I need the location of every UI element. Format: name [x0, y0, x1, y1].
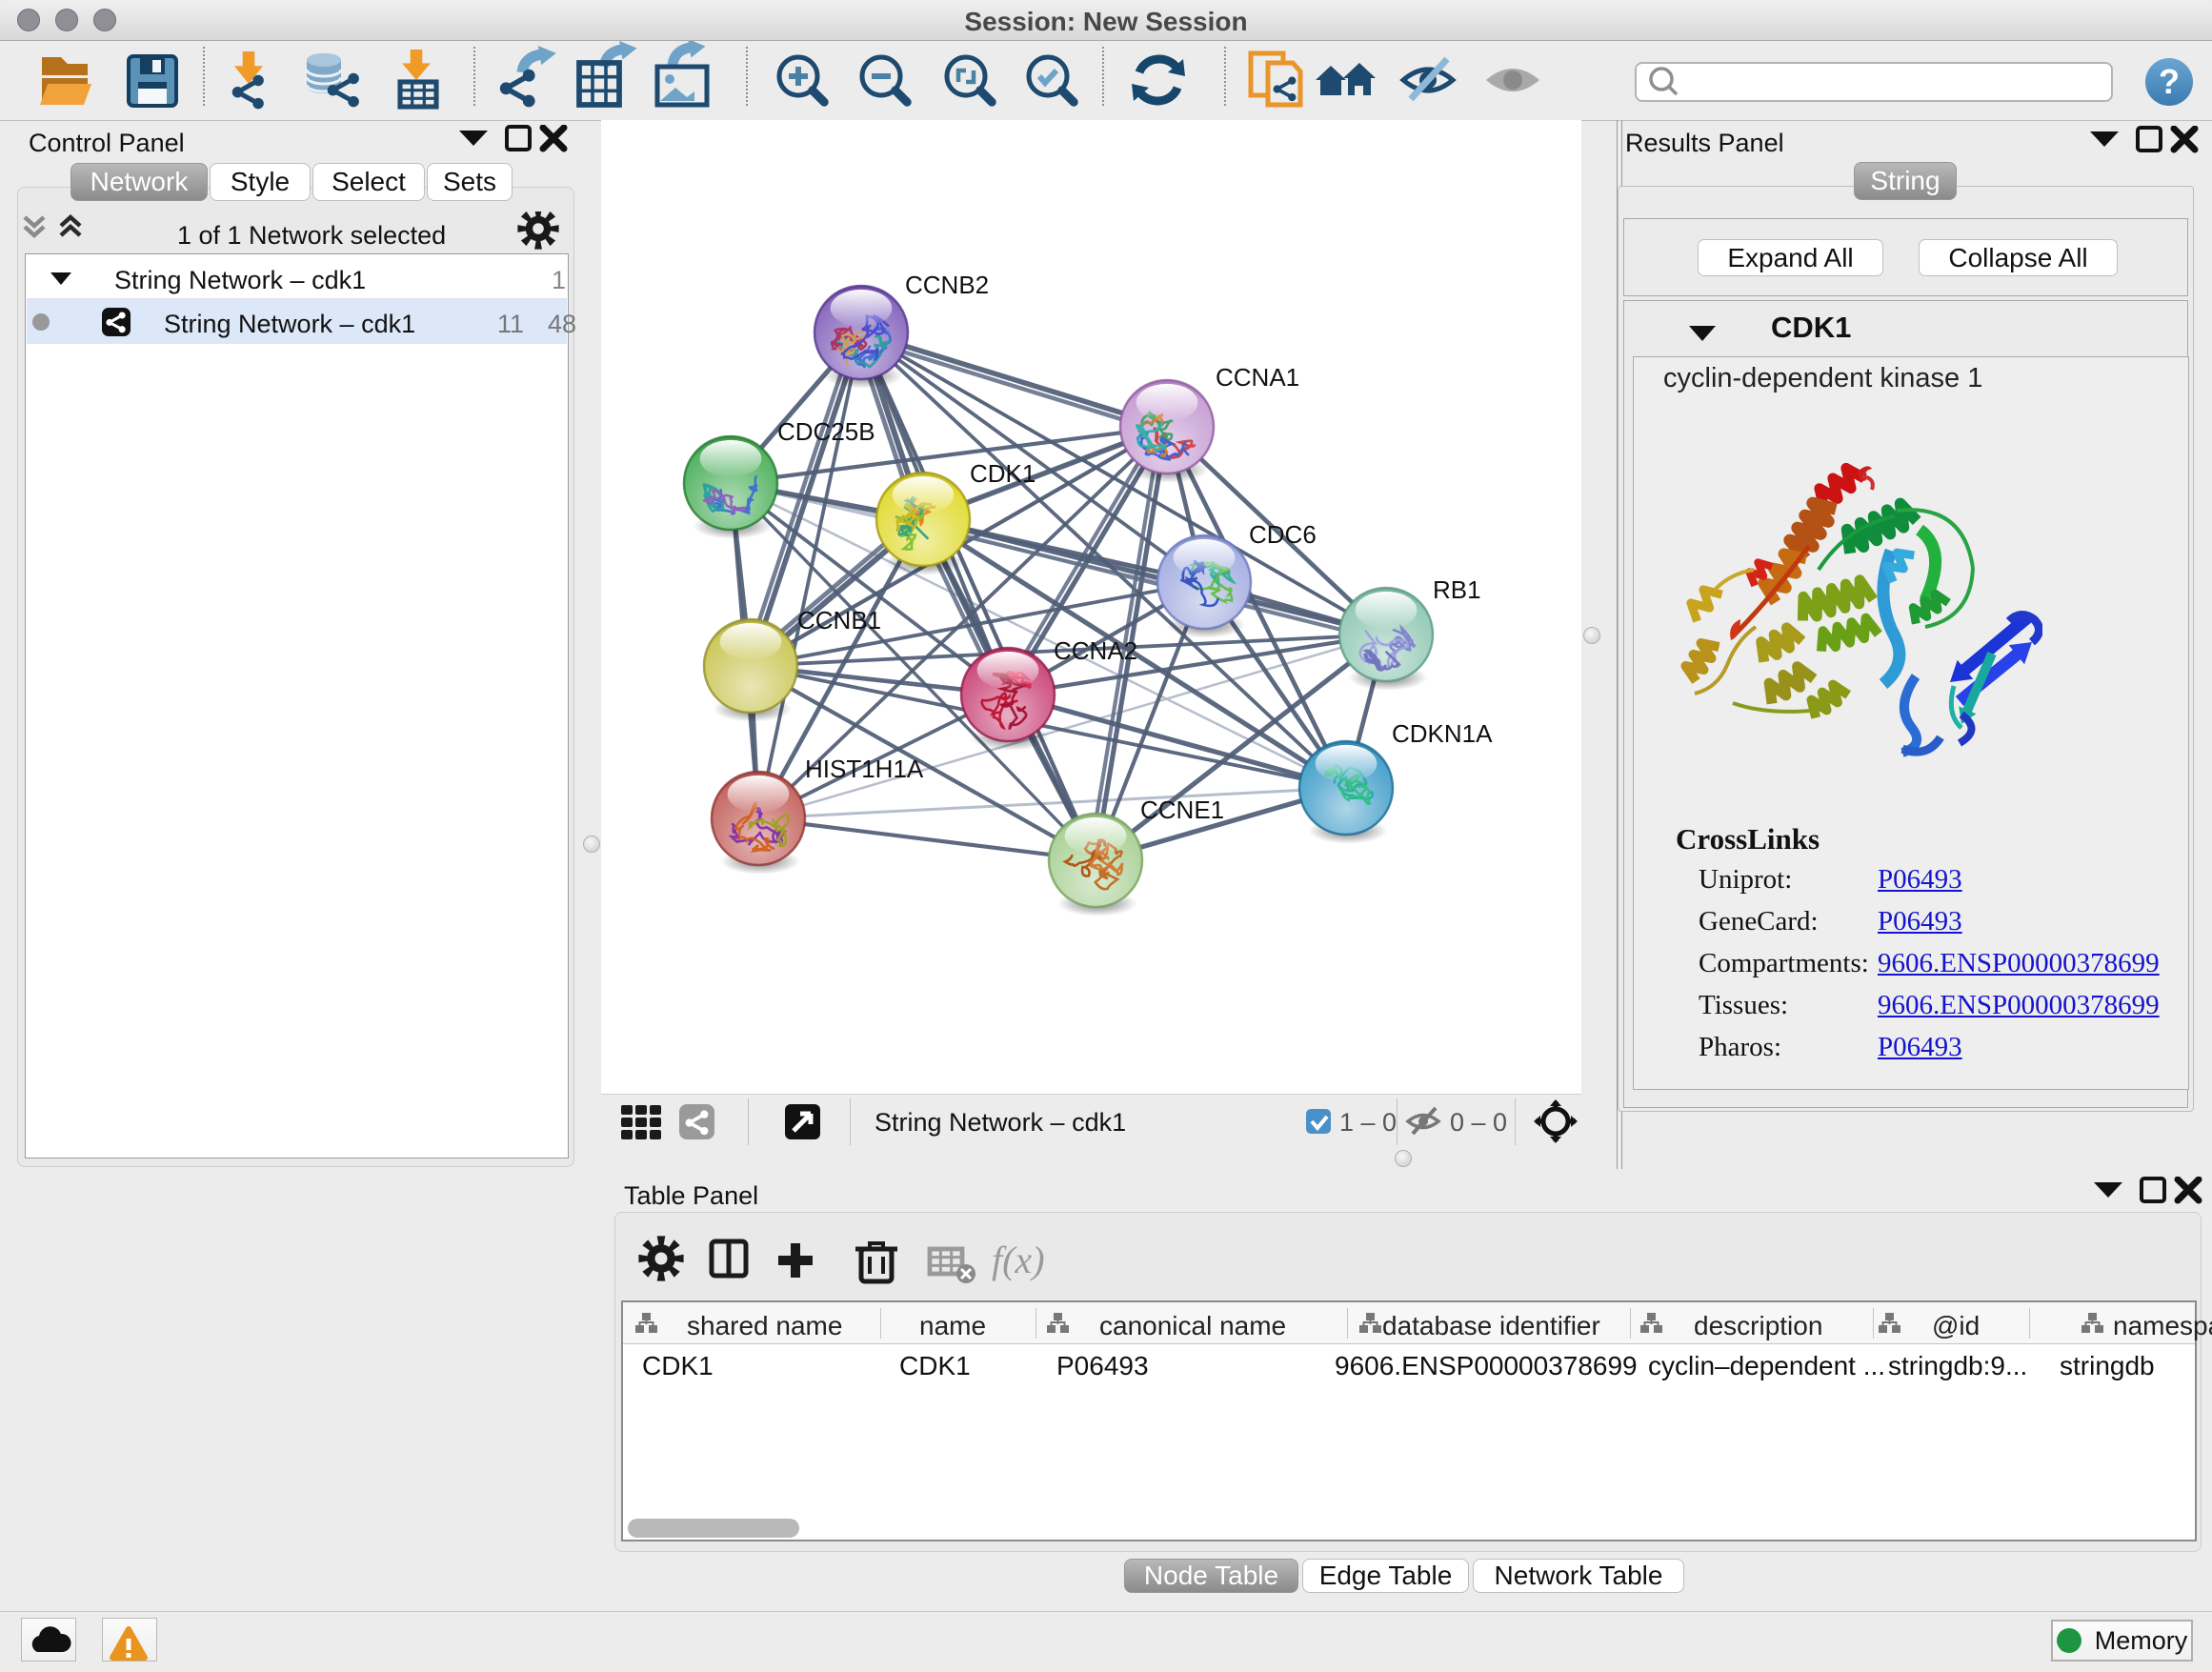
svg-text:CCNB1: CCNB1 [797, 606, 881, 635]
svg-text:?: ? [2159, 62, 2180, 101]
svg-text:CCNA2: CCNA2 [1054, 636, 1137, 665]
svg-text:HIST1H1A: HIST1H1A [805, 755, 924, 783]
svg-text:CDC6: CDC6 [1249, 520, 1317, 549]
svg-text:CDKN1A: CDKN1A [1392, 719, 1493, 748]
svg-text:f(x): f(x) [992, 1239, 1045, 1281]
svg-text:CCNE1: CCNE1 [1140, 796, 1224, 824]
svg-text:CDK1: CDK1 [970, 459, 1036, 488]
svg-text:RB1: RB1 [1433, 575, 1481, 604]
svg-text:CCNB2: CCNB2 [905, 271, 989, 299]
svg-text:CDC25B: CDC25B [777, 417, 875, 446]
svg-text:CCNA1: CCNA1 [1216, 363, 1299, 392]
